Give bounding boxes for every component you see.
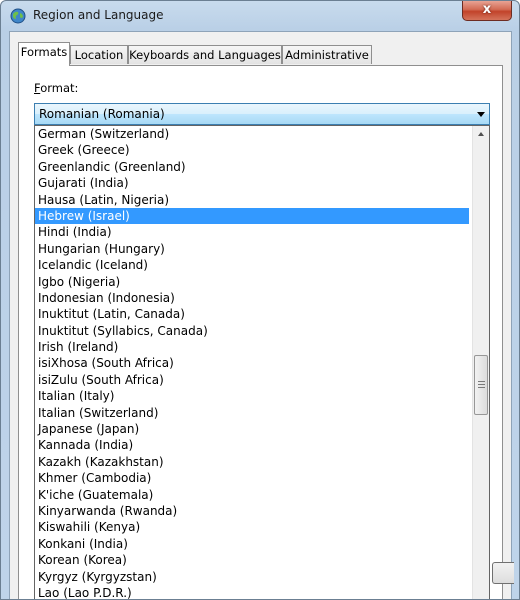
format-combobox[interactable]: Romanian (Romania)	[34, 103, 490, 125]
list-item[interactable]: Kinyarwanda (Rwanda)	[35, 503, 469, 519]
list-item[interactable]: isiZulu (South Africa)	[35, 372, 469, 388]
list-item[interactable]: Kannada (India)	[35, 437, 469, 453]
chevron-down-icon[interactable]	[477, 112, 485, 117]
list-item[interactable]: Greenlandic (Greenland)	[35, 159, 469, 175]
list-item[interactable]: Konkani (India)	[35, 536, 469, 552]
list-item[interactable]: Kyrgyz (Kyrgyzstan)	[35, 569, 469, 585]
format-selected-value: Romanian (Romania)	[39, 107, 165, 121]
list-item[interactable]: Hindi (India)	[35, 224, 469, 240]
list-item[interactable]: Italian (Italy)	[35, 388, 469, 404]
list-item[interactable]: German (Switzerland)	[35, 126, 469, 142]
list-item[interactable]: Khmer (Cambodia)	[35, 470, 469, 486]
arrow-up-icon	[478, 132, 484, 136]
tab-keyboards-and-languages[interactable]: Keyboards and Languages	[128, 45, 282, 64]
list-item[interactable]: Inuktitut (Syllabics, Canada)	[35, 323, 469, 339]
dropdown-scrollbar[interactable]	[472, 126, 489, 599]
close-icon: x	[482, 2, 492, 17]
format-options: German (Switzerland) Greek (Greece) Greenl…	[35, 126, 469, 599]
list-item[interactable]: Hungarian (Hungary)	[35, 241, 469, 257]
format-label-text: ormat:	[40, 81, 79, 95]
title-bar[interactable]: Region and Language x	[1, 1, 519, 33]
grip-line	[478, 387, 485, 388]
list-item-selected[interactable]: Hebrew (Israel)	[35, 207, 469, 225]
list-item[interactable]: Irish (Ireland)	[35, 339, 469, 355]
list-item[interactable]: Inuktitut (Latin, Canada)	[35, 306, 469, 322]
grip-line	[478, 381, 485, 382]
format-dropdown-list[interactable]: German (Switzerland) Greek (Greece) Greenl…	[34, 125, 490, 599]
grip-line	[478, 384, 485, 385]
list-item[interactable]: Icelandic (Iceland)	[35, 257, 469, 273]
window-title: Region and Language	[33, 8, 164, 22]
list-item[interactable]: Lao (Lao P.D.R.)	[35, 585, 469, 599]
tab-formats[interactable]: Formats	[18, 42, 70, 66]
list-item[interactable]: Kazakh (Kazakhstan)	[35, 454, 469, 470]
globe-icon	[10, 8, 26, 24]
format-label: Format:	[34, 81, 78, 95]
list-item[interactable]: isiXhosa (South Africa)	[35, 355, 469, 371]
list-item[interactable]: Gujarati (India)	[35, 175, 469, 191]
close-button[interactable]: x	[462, 1, 512, 21]
tab-location[interactable]: Location	[70, 45, 128, 64]
dialog-client-area: Formats Location Keyboards and Languages…	[9, 31, 514, 599]
list-item[interactable]: Italian (Switzerland)	[35, 405, 469, 421]
region-language-window: Region and Language x Formats Location K…	[0, 0, 520, 600]
list-item[interactable]: K'iche (Guatemala)	[35, 487, 469, 503]
list-item[interactable]: Greek (Greece)	[35, 142, 469, 158]
dialog-button-edge[interactable]	[492, 562, 514, 584]
list-item[interactable]: Japanese (Japan)	[35, 421, 469, 437]
scroll-up-button[interactable]	[473, 126, 489, 143]
list-item[interactable]: Hausa (Latin, Nigeria)	[35, 192, 469, 208]
list-item[interactable]: Kiswahili (Kenya)	[35, 519, 469, 535]
tab-administrative[interactable]: Administrative	[282, 45, 372, 64]
list-item[interactable]: Korean (Korea)	[35, 552, 469, 568]
list-item[interactable]: Indonesian (Indonesia)	[35, 290, 469, 306]
scroll-thumb[interactable]	[474, 355, 488, 415]
list-item[interactable]: Igbo (Nigeria)	[35, 274, 469, 290]
